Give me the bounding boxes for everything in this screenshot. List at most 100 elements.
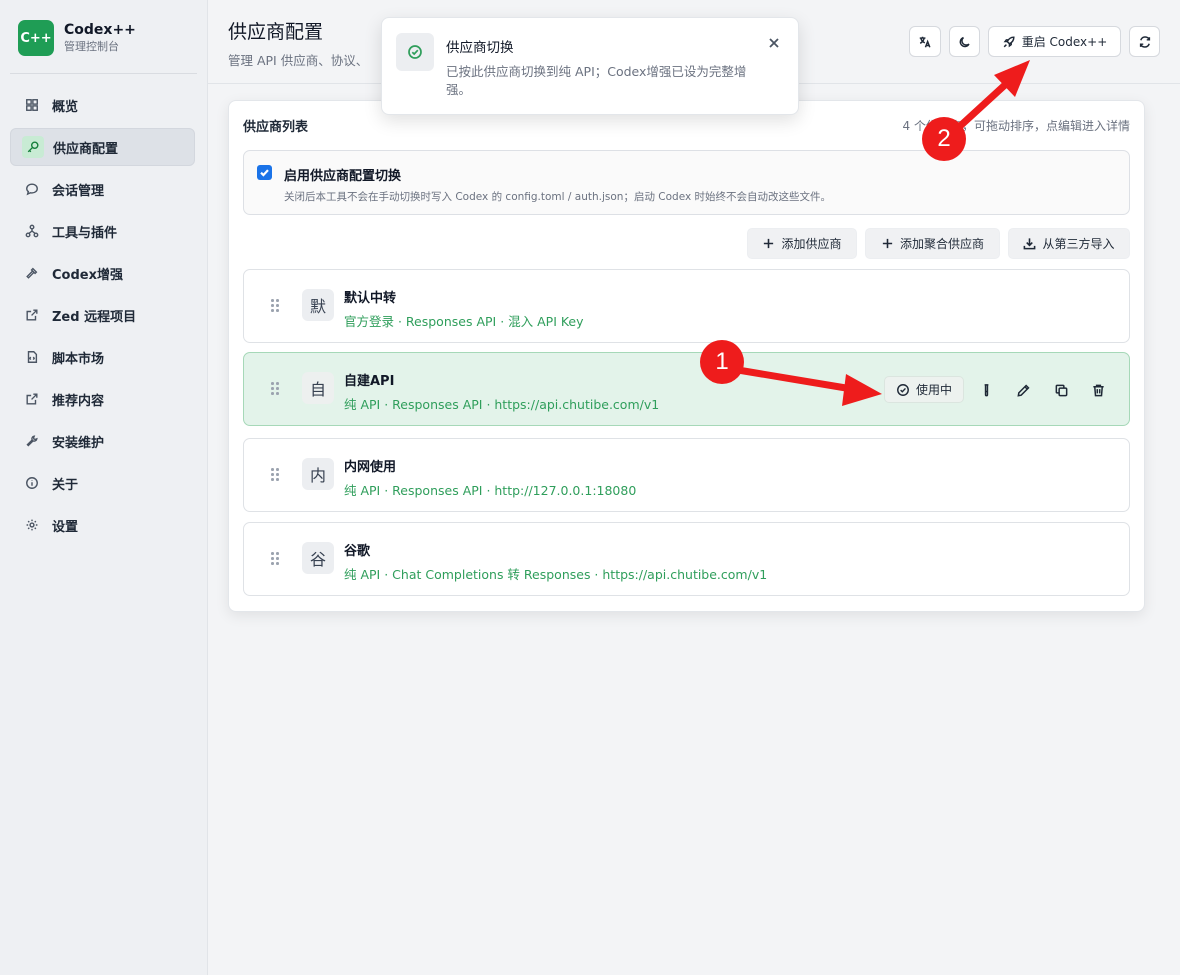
restart-codex-label: 重启 Codex++: [1021, 35, 1108, 49]
provider-meta: 纯 API · Responses API · https://api.chut…: [344, 397, 660, 412]
translate-icon: [918, 35, 932, 49]
external-link-icon: [24, 307, 40, 323]
sidebar-item-label: Codex增强: [52, 267, 123, 283]
provider-meta: 纯 API · Chat Completions 转 Responses · h…: [344, 567, 768, 582]
sidebar-item-sessions[interactable]: 会话管理: [10, 170, 195, 208]
external-link-icon: [24, 391, 40, 407]
gear-icon: [24, 517, 40, 533]
enable-provider-switch-checkbox[interactable]: [257, 165, 272, 180]
drag-handle-icon[interactable]: [271, 468, 281, 482]
refresh-icon: [1138, 35, 1152, 49]
sidebar-item-providers[interactable]: 供应商配置: [10, 128, 195, 166]
duplicate-provider-button[interactable]: [1052, 381, 1070, 399]
info-icon: [24, 475, 40, 491]
provider-row[interactable]: 谷 谷歌 纯 API · Chat Completions 转 Response…: [243, 522, 1130, 596]
in-use-label: 使用中: [915, 383, 952, 397]
sidebar-item-overview[interactable]: 概览: [10, 86, 195, 124]
provider-row-active[interactable]: 自 自建API 纯 API · Responses API · https://…: [243, 352, 1130, 426]
sidebar-item-settings[interactable]: 设置: [10, 506, 195, 544]
test-tube-icon: [979, 383, 994, 398]
chat-bubble-icon: [24, 181, 40, 197]
provider-avatar: 默: [302, 289, 334, 321]
brand: C++ Codex++ 管理控制台: [18, 20, 136, 56]
add-provider-button[interactable]: 添加供应商: [747, 228, 857, 259]
rocket-icon: [1002, 35, 1016, 49]
sidebar-item-label: 推荐内容: [52, 393, 105, 409]
provider-avatar: 谷: [302, 542, 334, 574]
annotation-badge-2: 2: [922, 117, 966, 161]
provider-switch-panel: 启用供应商配置切换 关闭后本工具不会在手动切换时写入 Codex 的 confi…: [243, 150, 1130, 215]
trash-icon: [1091, 383, 1106, 398]
script-file-icon: [24, 349, 40, 365]
restart-codex-button[interactable]: 重启 Codex++: [988, 26, 1121, 57]
plus-icon: [881, 237, 900, 250]
provider-name: 谷歌: [344, 544, 371, 559]
key-icon: [22, 136, 44, 158]
providers-card-title: 供应商列表: [243, 120, 309, 135]
sidebar-item-label: 概览: [52, 99, 79, 115]
drag-handle-icon[interactable]: [271, 382, 281, 396]
sidebar: C++ Codex++ 管理控制台 概览 供应商配置 会话管理 工具与插件 Co…: [0, 0, 208, 975]
provider-avatar: 内: [302, 458, 334, 490]
provider-name: 内网使用: [344, 460, 397, 475]
plus-icon: [762, 237, 781, 250]
drag-handle-icon[interactable]: [271, 552, 281, 566]
theme-toggle-button[interactable]: [949, 26, 980, 57]
add-aggregate-provider-label: 添加聚合供应商: [899, 237, 984, 251]
translate-button[interactable]: [909, 26, 941, 57]
edit-provider-button[interactable]: [1014, 381, 1032, 399]
check-circle-icon: [896, 383, 916, 397]
download-icon: [1023, 237, 1042, 250]
provider-row[interactable]: 内 内网使用 纯 API · Responses API · http://12…: [243, 438, 1130, 512]
in-use-button[interactable]: 使用中: [884, 376, 964, 403]
sidebar-item-label: 会话管理: [52, 183, 105, 199]
checkmark-icon: [259, 167, 270, 178]
drag-handle-icon[interactable]: [271, 299, 281, 313]
app-name: Codex++: [64, 22, 136, 38]
import-third-party-label: 从第三方导入: [1042, 237, 1115, 251]
sidebar-item-tools-plugins[interactable]: 工具与插件: [10, 212, 195, 250]
provider-name: 自建API: [344, 374, 395, 389]
add-aggregate-provider-button[interactable]: 添加聚合供应商: [865, 228, 1000, 259]
network-icon: [24, 223, 40, 239]
toast-message: 已按此供应商切换到纯 API；Codex增强已设为完整增强。: [446, 64, 747, 97]
sidebar-item-label: 供应商配置: [53, 141, 119, 157]
providers-card: 供应商列表 4 个供应商，可拖动排序，点编辑进入详情 启用供应商配置切换 关闭后…: [228, 100, 1145, 612]
test-provider-button[interactable]: [977, 381, 995, 399]
sidebar-item-script-market[interactable]: 脚本市场: [10, 338, 195, 376]
wrench-icon: [24, 433, 40, 449]
grid-icon: [24, 97, 40, 113]
add-provider-label: 添加供应商: [781, 237, 842, 251]
sidebar-item-label: 脚本市场: [52, 351, 105, 367]
enable-provider-switch-label: 启用供应商配置切换: [284, 169, 402, 184]
sidebar-item-codex-enhance[interactable]: Codex增强: [10, 254, 195, 292]
pencil-icon: [1016, 383, 1031, 398]
sidebar-item-label: 安装维护: [52, 435, 105, 451]
provider-row[interactable]: 默 默认中转 官方登录 · Responses API · 混入 API Key: [243, 269, 1130, 343]
toast-notification: 供应商切换 已按此供应商切换到纯 API；Codex增强已设为完整增强。: [381, 17, 799, 115]
sidebar-divider: [10, 73, 197, 74]
hammer-icon: [24, 265, 40, 281]
annotation-badge-1: 1: [700, 340, 744, 384]
sidebar-item-label: 工具与插件: [52, 225, 118, 241]
toast-title: 供应商切换: [446, 40, 514, 56]
close-icon[interactable]: [768, 37, 782, 51]
sidebar-item-label: Zed 远程项目: [52, 309, 137, 325]
check-circle-icon: [396, 33, 434, 71]
copy-icon: [1054, 383, 1069, 398]
sidebar-item-recommended[interactable]: 推荐内容: [10, 380, 195, 418]
sidebar-item-zed-remote[interactable]: Zed 远程项目: [10, 296, 195, 334]
sidebar-item-maintenance[interactable]: 安装维护: [10, 422, 195, 460]
app-logo: C++: [18, 20, 54, 56]
delete-provider-button[interactable]: [1089, 381, 1107, 399]
refresh-button[interactable]: [1129, 26, 1160, 57]
sidebar-nav: 概览 供应商配置 会话管理 工具与插件 Codex增强 Zed 远程项目 脚本市…: [10, 86, 195, 548]
provider-name: 默认中转: [344, 291, 397, 306]
import-third-party-button[interactable]: 从第三方导入: [1008, 228, 1130, 259]
provider-avatar: 自: [302, 372, 334, 404]
page-subtitle: 管理 API 供应商、协议、: [228, 53, 369, 68]
sidebar-item-about[interactable]: 关于: [10, 464, 195, 502]
page-title: 供应商配置: [228, 21, 324, 43]
provider-meta: 官方登录 · Responses API · 混入 API Key: [344, 314, 584, 329]
provider-meta: 纯 API · Responses API · http://127.0.0.1…: [344, 483, 637, 498]
